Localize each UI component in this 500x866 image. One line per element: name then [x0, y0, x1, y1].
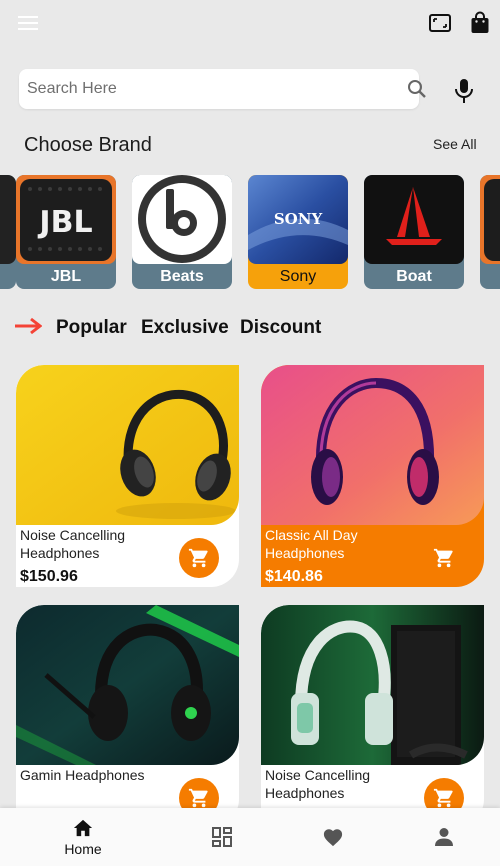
- product-card[interactable]: Noise Cancelling Headphones: [261, 605, 484, 827]
- scan-icon[interactable]: [428, 12, 452, 34]
- product-name: Noise Cancelling Headphones: [20, 527, 126, 561]
- nav-home-label: Home: [64, 841, 102, 857]
- product-image: [16, 365, 239, 525]
- product-card[interactable]: Noise Cancelling Headphones $150.96: [16, 365, 239, 587]
- person-icon: [435, 828, 453, 846]
- nav-favorites[interactable]: [303, 808, 363, 866]
- product-price: $140.86: [265, 568, 323, 585]
- beats-logo: [132, 175, 232, 264]
- menu-icon[interactable]: [17, 14, 39, 32]
- cart-icon: [433, 788, 453, 808]
- brand-logo: [0, 175, 16, 264]
- see-all-link[interactable]: See All: [433, 136, 477, 152]
- product-image: [261, 365, 484, 525]
- svg-text:JBL: JBL: [37, 205, 92, 240]
- top-app-bar: [0, 0, 500, 48]
- tab-popular[interactable]: Popular: [56, 317, 127, 339]
- product-image: [261, 605, 484, 765]
- heart-icon: [323, 829, 343, 847]
- brand-jbl[interactable]: JBL JBL: [16, 175, 116, 289]
- cart-icon: [433, 548, 453, 568]
- mic-icon[interactable]: [452, 77, 476, 105]
- add-to-cart-button[interactable]: [179, 538, 219, 578]
- product-card[interactable]: Classic All Day Headphones $140.86: [261, 365, 484, 587]
- jbl-logo: JBL: [16, 175, 116, 264]
- product-name: Classic All Day Headphones: [265, 527, 358, 561]
- product-name: Noise Cancelling Headphones: [265, 767, 371, 801]
- brand-label: Beats: [160, 268, 204, 285]
- home-icon: [73, 819, 93, 837]
- brand-sony[interactable]: SONY Sony: [248, 175, 348, 289]
- boat-logo: [364, 175, 464, 264]
- brand-partial-right[interactable]: [480, 175, 500, 289]
- tab-exclusive[interactable]: Exclusive: [141, 317, 229, 339]
- dashboard-icon: [212, 827, 232, 847]
- cart-icon: [188, 788, 208, 808]
- search-bar: [19, 69, 426, 109]
- add-to-cart-button[interactable]: [424, 538, 464, 578]
- brand-logo: [480, 175, 500, 264]
- product-image: [16, 605, 239, 765]
- search-input[interactable]: [27, 69, 377, 109]
- nav-profile[interactable]: [414, 808, 474, 866]
- brand-partial-left[interactable]: [0, 175, 16, 289]
- app-screen: Choose Brand See All JBL JBL: [0, 0, 500, 866]
- choose-brand-title: Choose Brand: [24, 134, 152, 156]
- bottom-navigation: Home: [0, 808, 500, 866]
- product-name: Gamin Headphones: [20, 767, 145, 783]
- cart-icon: [188, 548, 208, 568]
- tab-discount[interactable]: Discount: [240, 317, 321, 339]
- shopping-bag-icon[interactable]: [470, 11, 490, 35]
- brand-beats[interactable]: Beats: [132, 175, 232, 289]
- sony-logo: SONY: [248, 175, 348, 264]
- brand-label: JBL: [50, 268, 82, 285]
- product-price: $150.96: [20, 568, 78, 585]
- product-card[interactable]: Gamin Headphones: [16, 605, 239, 827]
- nav-dashboard[interactable]: [192, 808, 252, 866]
- nav-home[interactable]: Home: [53, 808, 113, 866]
- brand-label: Sony: [279, 268, 317, 285]
- svg-text:SONY: SONY: [274, 210, 323, 228]
- brand-label: Boat: [396, 268, 432, 285]
- search-icon[interactable]: [407, 79, 427, 99]
- arrow-right-icon: [14, 316, 43, 336]
- brand-boat[interactable]: Boat: [364, 175, 464, 289]
